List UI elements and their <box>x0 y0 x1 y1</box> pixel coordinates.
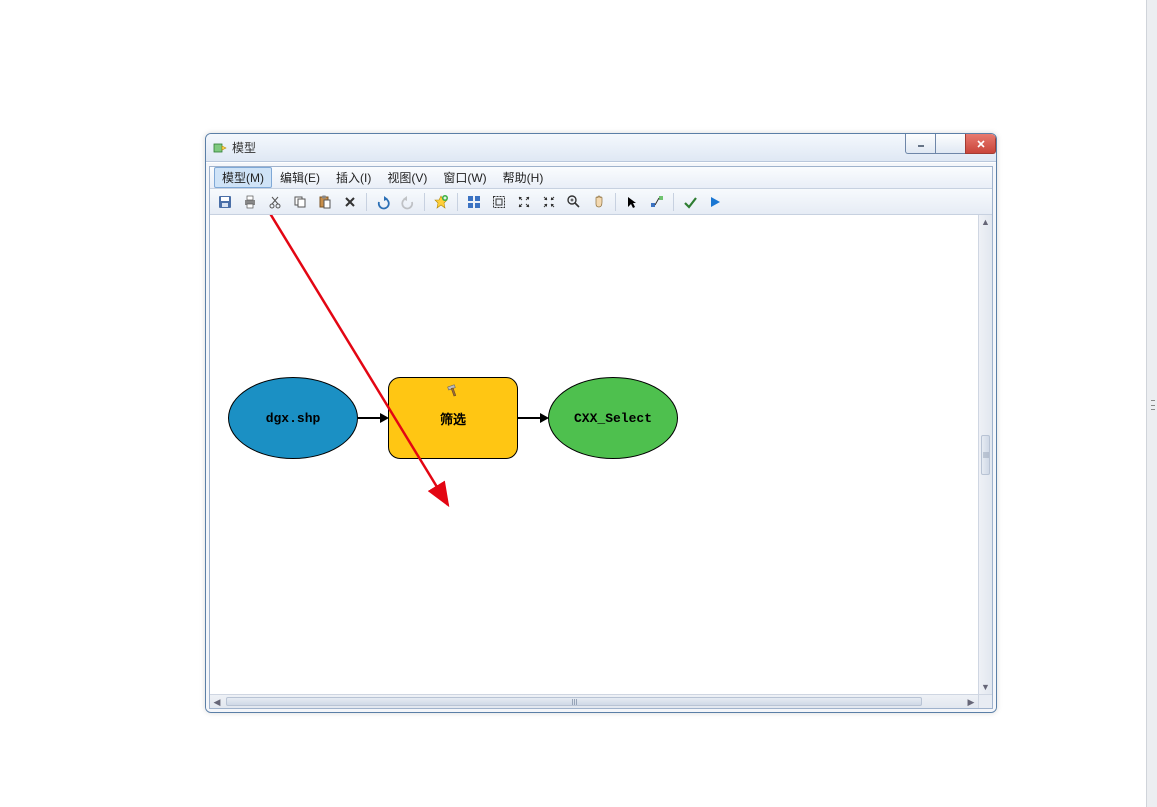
toolbar-separator <box>673 193 674 211</box>
canvas-viewport[interactable]: dgx.shp 筛选 CXX_Select <box>210 215 978 694</box>
maximize-button[interactable] <box>935 134 966 154</box>
validate-icon[interactable] <box>679 191 701 213</box>
zoom-in-icon[interactable] <box>563 191 585 213</box>
copy-icon[interactable] <box>289 191 311 213</box>
scroll-thumb[interactable] <box>981 435 990 475</box>
menu-edit[interactable]: 编辑(E) <box>272 167 328 188</box>
zoom-in-fixed-icon[interactable] <box>513 191 535 213</box>
zoom-out-fixed-icon[interactable] <box>538 191 560 213</box>
cut-icon[interactable] <box>264 191 286 213</box>
connect-icon[interactable] <box>646 191 668 213</box>
undo-icon[interactable] <box>372 191 394 213</box>
minimize-button[interactable] <box>905 134 936 154</box>
node-label: dgx.shp <box>266 411 321 426</box>
window-controls <box>906 134 996 154</box>
menu-view[interactable]: 视图(V) <box>379 167 435 188</box>
toolbar-separator <box>366 193 367 211</box>
menu-help[interactable]: 帮助(H) <box>495 167 552 188</box>
vertical-scrollbar[interactable]: ▲ ▼ <box>978 215 992 694</box>
menu-insert[interactable]: 插入(I) <box>328 167 379 188</box>
page-right-edge <box>1146 0 1157 807</box>
menu-window[interactable]: 窗口(W) <box>435 167 494 188</box>
scroll-corner <box>978 694 992 708</box>
full-extent-icon[interactable] <box>488 191 510 213</box>
hammer-icon <box>446 384 460 398</box>
model-builder-window: 模型 模型(M) 编辑(E) 插入(I) 视图(V) 窗口(W) 帮助(H) <box>205 133 997 713</box>
toolbar-separator <box>615 193 616 211</box>
input-data-node[interactable]: dgx.shp <box>228 377 358 459</box>
tool-node[interactable]: 筛选 <box>388 377 518 459</box>
print-icon[interactable] <box>239 191 261 213</box>
output-data-node[interactable]: CXX_Select <box>548 377 678 459</box>
delete-icon[interactable] <box>339 191 361 213</box>
node-label: CXX_Select <box>574 411 652 426</box>
canvas-area: dgx.shp 筛选 CXX_Select <box>210 215 992 708</box>
menu-bar: 模型(M) 编辑(E) 插入(I) 视图(V) 窗口(W) 帮助(H) <box>210 167 992 189</box>
pan-icon[interactable] <box>588 191 610 213</box>
auto-layout-icon[interactable] <box>463 191 485 213</box>
run-icon[interactable] <box>704 191 726 213</box>
close-button[interactable] <box>965 134 996 154</box>
scroll-up-icon[interactable]: ▲ <box>979 215 992 229</box>
client-area: 模型(M) 编辑(E) 插入(I) 视图(V) 窗口(W) 帮助(H) <box>206 162 996 712</box>
add-data-icon[interactable] <box>430 191 452 213</box>
toolbar-separator <box>457 193 458 211</box>
save-icon[interactable] <box>214 191 236 213</box>
paste-icon[interactable] <box>314 191 336 213</box>
menu-model[interactable]: 模型(M) <box>214 167 272 188</box>
scroll-left-icon[interactable]: ◀ <box>210 695 224 709</box>
window-title: 模型 <box>232 139 256 156</box>
scroll-down-icon[interactable]: ▼ <box>979 680 992 694</box>
scroll-right-icon[interactable]: ▶ <box>964 695 978 709</box>
titlebar[interactable]: 模型 <box>206 134 996 162</box>
app-icon <box>212 140 228 156</box>
redo-icon[interactable] <box>397 191 419 213</box>
node-label: 筛选 <box>440 409 466 428</box>
resize-grip-icon <box>1151 400 1155 410</box>
horizontal-scrollbar[interactable]: ◀ ▶ <box>210 694 978 708</box>
select-icon[interactable] <box>621 191 643 213</box>
scroll-thumb[interactable] <box>226 697 922 706</box>
toolbar <box>210 189 992 215</box>
toolbar-separator <box>424 193 425 211</box>
